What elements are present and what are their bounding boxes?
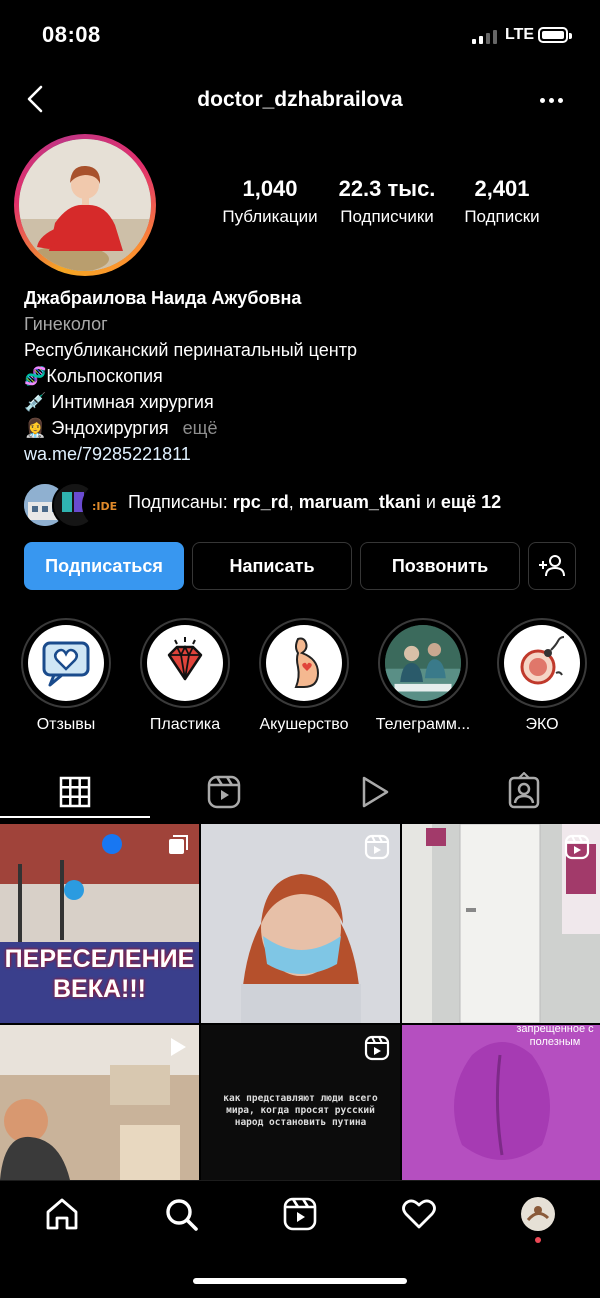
more-options-icon[interactable] xyxy=(540,92,568,108)
bio-line-3: 💉 Интимная хирургия xyxy=(24,392,214,412)
follower-avatar: :IDE xyxy=(82,482,128,528)
active-tab-indicator xyxy=(0,816,150,818)
highlight-label: Отзывы xyxy=(36,716,96,733)
post-tile[interactable] xyxy=(0,1025,199,1180)
bio-more-link[interactable]: ещё xyxy=(183,418,218,438)
post-tile[interactable]: запрещенное с полезным xyxy=(402,1025,600,1180)
profile-avatar-icon xyxy=(521,1197,555,1231)
reel-icon xyxy=(364,1035,390,1061)
highlight-label: ЭКО xyxy=(525,716,559,733)
followed-by-text[interactable]: Подписаны: rpc_rd, maruam_tkani и ещё 12 xyxy=(128,492,501,513)
diamond-icon xyxy=(167,637,203,681)
post-overlay-line-1: ПЕРЕСЕЛЕНИЕ xyxy=(4,945,195,973)
highlight-reviews[interactable]: Отзывы xyxy=(18,618,114,734)
followed-by-separator: , xyxy=(288,492,299,512)
bio-line-1: Республиканский перинатальный центр xyxy=(24,340,357,360)
svg-text::IDE: :IDE xyxy=(92,500,117,513)
grid-icon xyxy=(59,776,91,808)
reels-icon xyxy=(207,775,241,809)
post-caption-text: как представляют люди всего мира, когда … xyxy=(223,1093,378,1128)
avatar-photo xyxy=(19,139,151,271)
post-tile[interactable]: ПЕРЕСЕЛЕНИЕ ВЕКА!!! xyxy=(0,824,199,1023)
message-button[interactable]: Написать xyxy=(192,542,352,590)
signal-icon xyxy=(472,28,497,44)
pregnancy-icon xyxy=(294,637,320,688)
call-button[interactable]: Позвонить xyxy=(360,542,520,590)
tab-tagged[interactable] xyxy=(504,771,544,812)
bio-category: Гинеколог xyxy=(24,314,108,334)
follow-button[interactable]: Подписаться xyxy=(24,542,184,590)
play-icon xyxy=(362,776,389,808)
bio-website-link[interactable]: wa.me/79285221811 xyxy=(24,441,584,467)
following-label: Подписки xyxy=(464,207,540,226)
heart-chat-icon xyxy=(42,641,90,687)
reels-icon xyxy=(283,1197,317,1231)
post-overlay-text: ПЕРЕСЕЛЕНИЕ ВЕКА!!! xyxy=(0,944,199,1004)
post-tile[interactable] xyxy=(201,824,400,1023)
search-icon xyxy=(166,1199,198,1231)
add-user-button[interactable] xyxy=(528,542,576,590)
nav-home[interactable] xyxy=(42,1194,82,1234)
reel-icon xyxy=(364,834,390,860)
followers-count: 22.3 тыс. xyxy=(338,176,436,201)
status-time: 08:08 xyxy=(42,22,101,47)
highlight-obstetrics[interactable]: Акушерство xyxy=(256,618,352,734)
home-icon xyxy=(46,1198,78,1230)
tab-videos[interactable] xyxy=(354,772,394,812)
video-play-icon xyxy=(171,1038,186,1056)
followed-by-user-2: maruam_tkani xyxy=(298,492,421,512)
followed-by-avatars[interactable]: :IDE xyxy=(22,482,128,528)
home-indicator xyxy=(193,1278,407,1284)
followed-by-user-1: rpc_rd xyxy=(232,492,289,512)
profile-username: doctor_dzhabrailova xyxy=(197,88,403,111)
heart-icon xyxy=(402,1199,436,1229)
tab-grid[interactable] xyxy=(55,772,95,812)
reel-icon xyxy=(564,834,590,860)
bio-line-4: 👩‍⚕️ Эндохирургия xyxy=(24,418,169,438)
posts-label: Публикации xyxy=(222,207,318,226)
post-caption-text: запрещенное с полезным xyxy=(516,1025,594,1048)
nav-search[interactable] xyxy=(161,1194,201,1234)
followed-by-more: ещё 12 xyxy=(440,492,502,512)
post-tile[interactable] xyxy=(402,824,600,1023)
stat-posts[interactable]: 1,040 Публикации xyxy=(212,176,328,227)
network-label: LTE xyxy=(505,26,535,43)
bio-name: Джабраилова Наида Ажубовна xyxy=(24,288,302,308)
stat-followers[interactable]: 22.3 тыс. Подписчики xyxy=(328,176,446,227)
bio-line-4-row: 👩‍⚕️ Эндохирургия ещё xyxy=(24,415,584,441)
post-tile[interactable]: как представляют люди всего мира, когда … xyxy=(201,1025,400,1180)
followed-by-prefix: Подписаны: xyxy=(128,492,233,512)
highlight-telegram[interactable]: Телеграмм... xyxy=(375,618,471,734)
highlight-label: Пластика xyxy=(149,716,221,733)
surgery-photo xyxy=(385,625,461,701)
followers-label: Подписчики xyxy=(340,207,434,226)
highlight-label: Телеграмм... xyxy=(375,716,471,733)
profile-avatar[interactable] xyxy=(14,134,156,276)
nav-activity[interactable] xyxy=(399,1194,439,1234)
tab-reels[interactable] xyxy=(204,772,244,812)
profile-bio: Джабраилова Наида Ажубовна Гинеколог Рес… xyxy=(24,285,584,467)
bio-line-2: 🧬Кольпоскопия xyxy=(24,366,163,386)
highlight-label: Акушерство xyxy=(259,716,349,733)
nav-reels[interactable] xyxy=(280,1194,320,1234)
battery-icon xyxy=(538,27,572,43)
highlight-plastic[interactable]: Пластика xyxy=(137,618,233,734)
posts-count: 1,040 xyxy=(242,176,298,201)
tagged-icon xyxy=(508,771,540,809)
post-overlay-line-2: ВЕКА!!! xyxy=(52,975,147,1003)
following-count: 2,401 xyxy=(474,176,530,201)
followed-by-and: и xyxy=(420,492,441,512)
add-user-icon xyxy=(539,555,565,577)
stat-following[interactable]: 2,401 Подписки xyxy=(446,176,558,227)
egg-sperm-icon xyxy=(520,636,565,685)
highlight-ivf[interactable]: ЭКО xyxy=(494,618,590,734)
nav-profile[interactable] xyxy=(518,1194,558,1234)
notification-dot xyxy=(535,1237,541,1243)
carousel-icon xyxy=(169,835,188,854)
